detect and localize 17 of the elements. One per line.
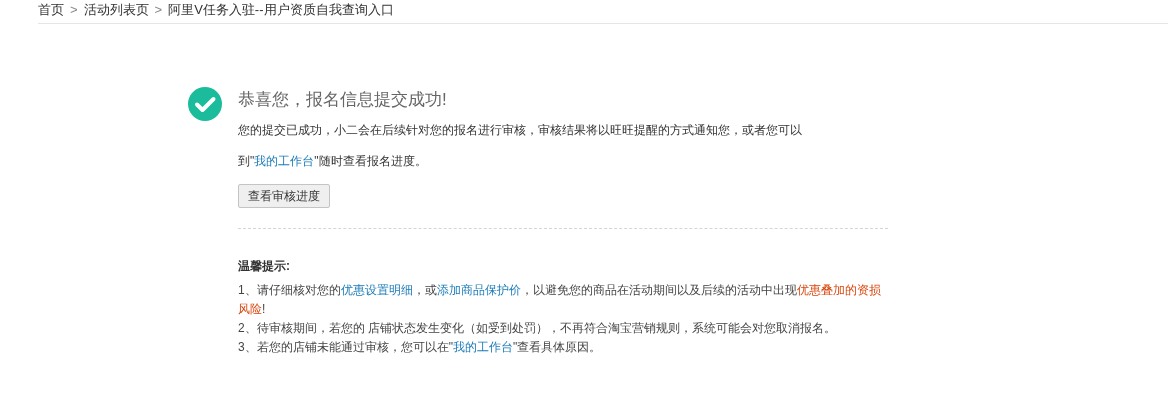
success-message: 您的提交已成功，小二会在后续针对您的报名进行审核，审核结果将以旺旺提醒的方式通知您，或者您可以到"我的工作台"随时查看报名进度。 (238, 122, 803, 170)
success-title: 恭喜您，报名信息提交成功! (238, 89, 448, 111)
view-progress-button[interactable]: 查看审核进度 (238, 184, 330, 208)
breadcrumb-link[interactable]: 首页 (38, 0, 64, 20)
text-link[interactable]: 添加商品保护价 (436, 283, 521, 297)
tip-item: 3、若您的店铺未能通过审核，您可以在"我的工作台"查看具体原因。 (238, 339, 603, 356)
breadcrumb-separator: > (70, 1, 78, 20)
tips-title: 温馨提示: (238, 258, 291, 275)
tip-item: 2、待审核期间，若您的 店铺状态发生变化（如受到处罚），不再符合淘宝营销规则，系统可能会对您取消报名。 (238, 320, 837, 337)
text-link[interactable]: 我的工作台 (254, 154, 315, 168)
text-link[interactable]: 我的工作台 (452, 340, 513, 354)
breadcrumb-separator: > (154, 1, 163, 20)
breadcrumb-link[interactable]: 活动列表页 (83, 0, 149, 20)
checkmark-icon (188, 87, 222, 121)
tip-item: 1、请仔细核对您的优惠设置明细，或添加商品保护价，以避免您的商品在活动期间以及后续的活动中出现优惠叠加的资损风险! (238, 282, 882, 318)
breadcrumb-current: 阿里V任务入驻--用户资质自我查询入口 (168, 1, 394, 20)
text-link[interactable]: 优惠设置明细 (340, 283, 413, 297)
